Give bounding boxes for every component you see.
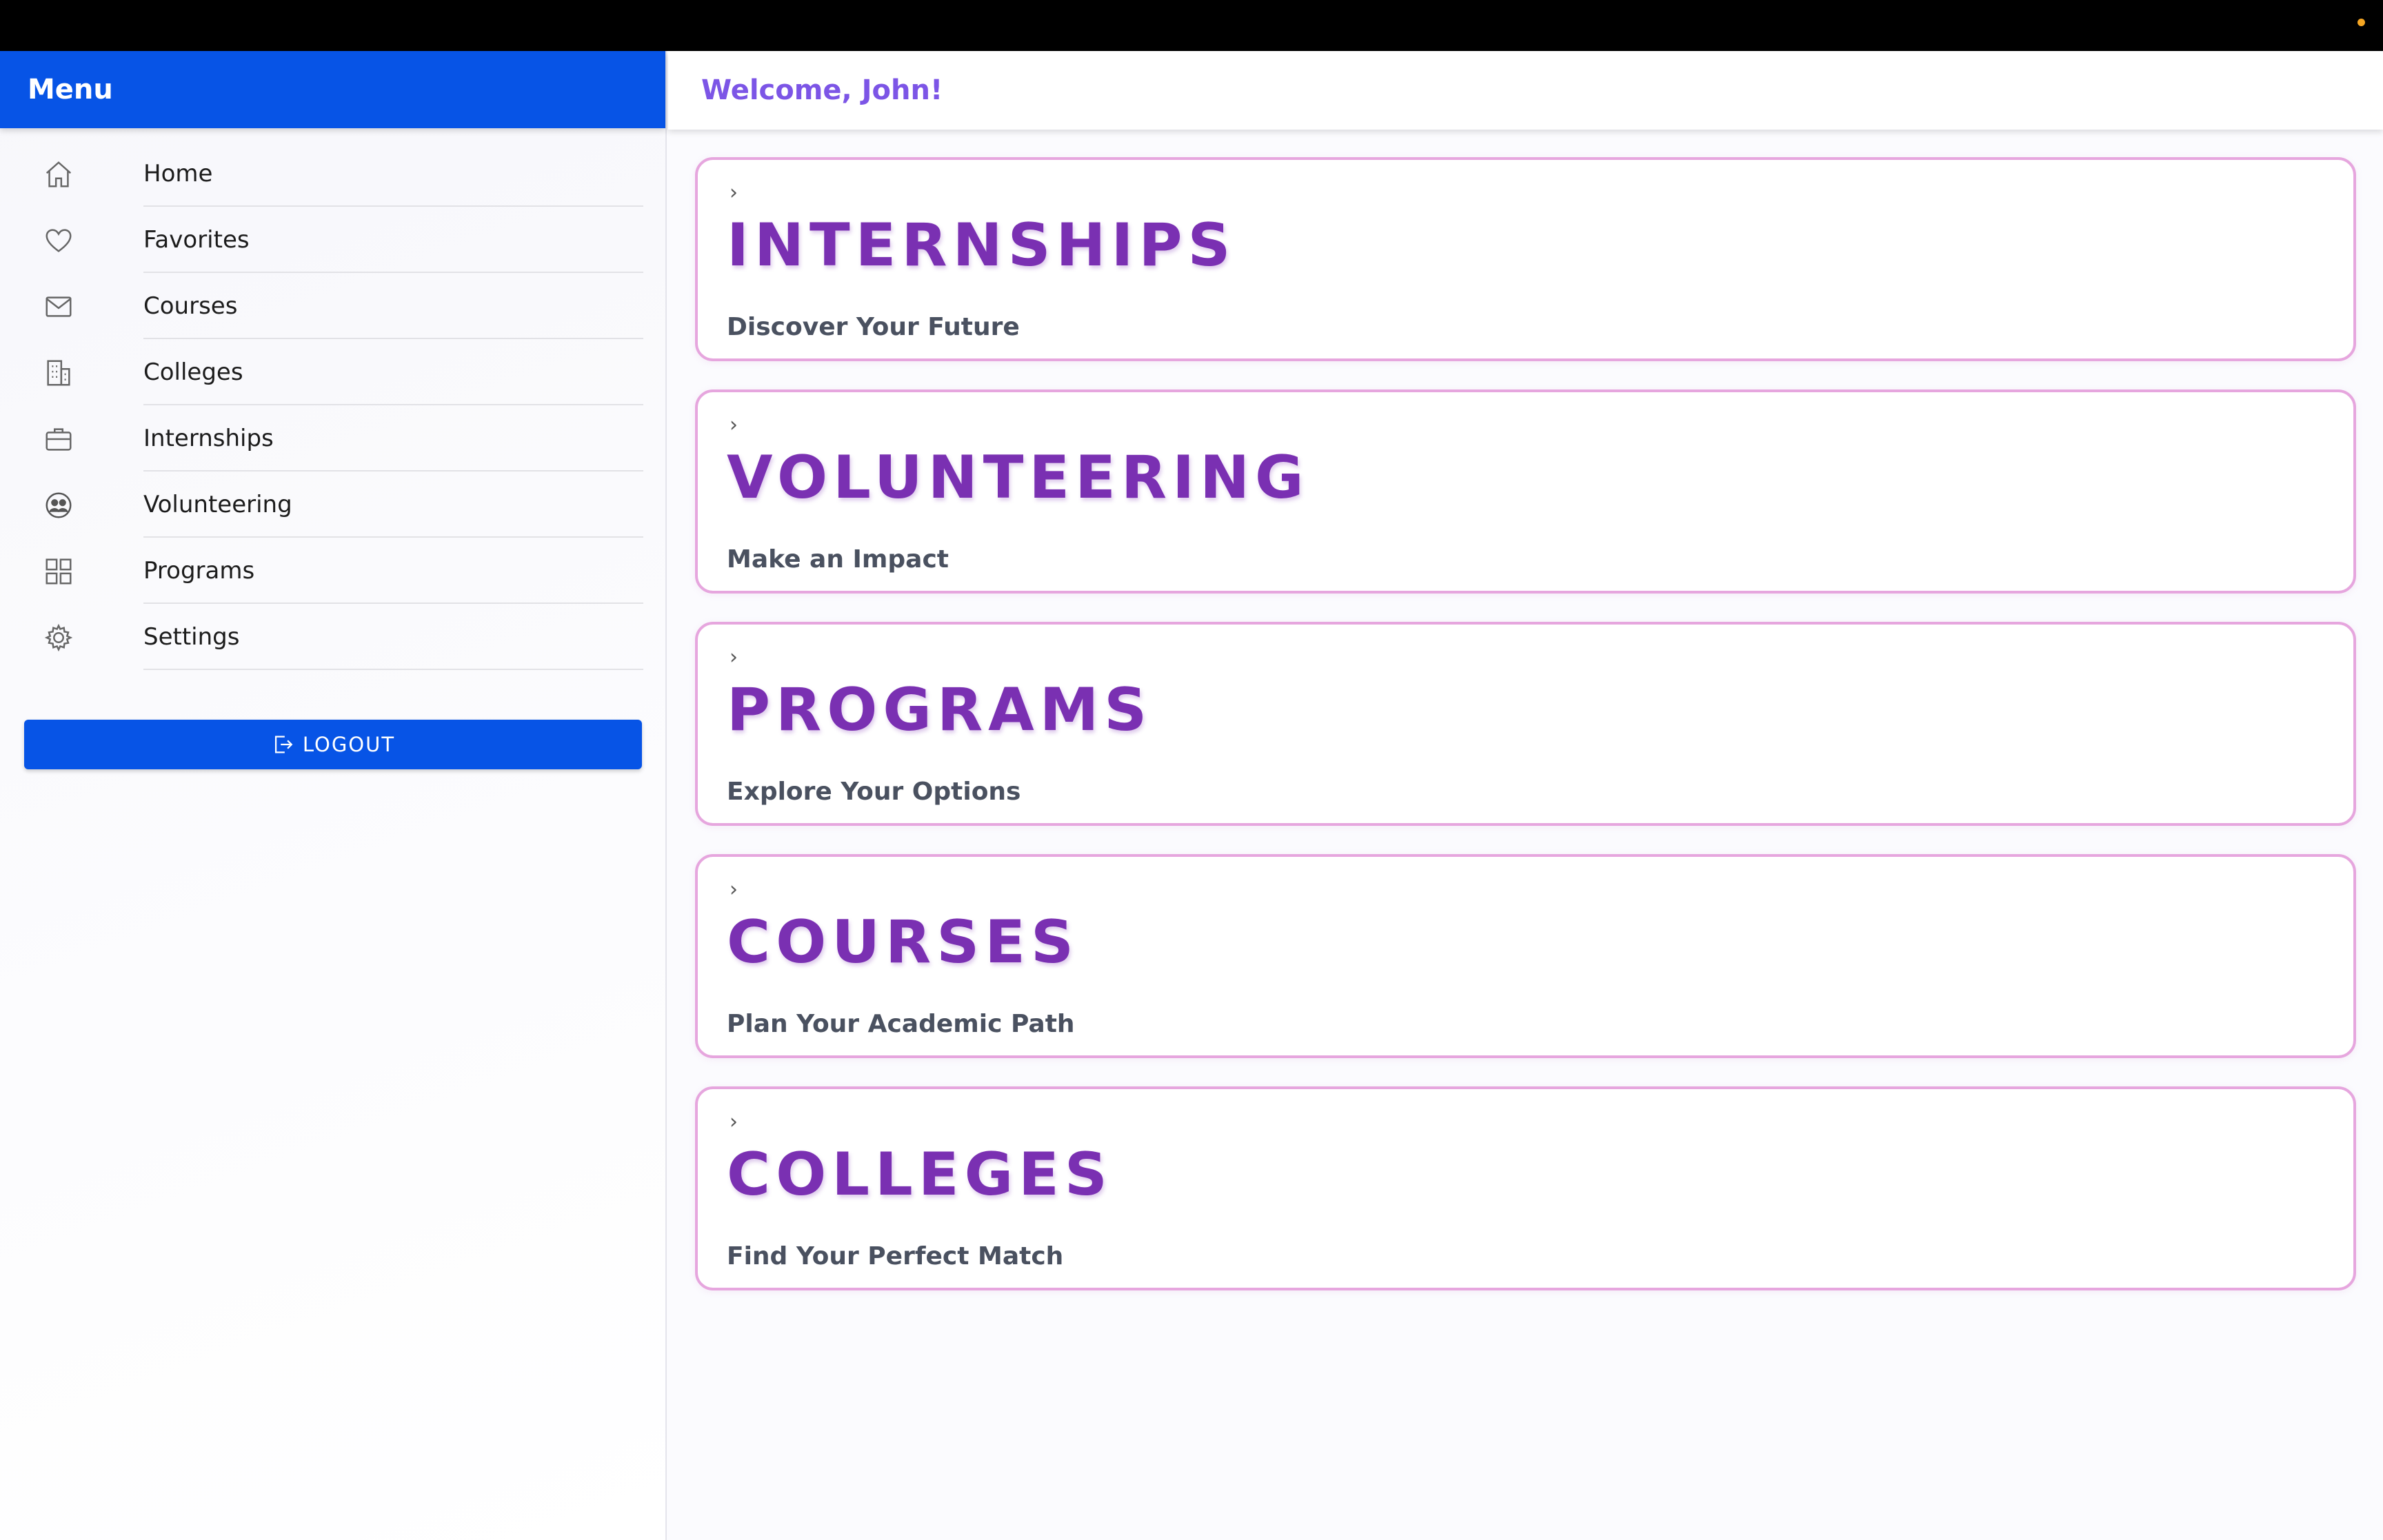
logout-button[interactable]: LOGOUT [24,720,642,769]
chevron-right-icon: › [730,413,738,437]
sidebar-item-favorites[interactable]: Favorites [0,207,665,273]
logout-label: LOGOUT [302,733,396,756]
card-internships[interactable]: › INTERNSHIPS Discover Your Future [695,157,2356,361]
sidebar-item-home[interactable]: Home [0,141,665,207]
card-colleges[interactable]: › COLLEGES Find Your Perfect Match [695,1086,2356,1290]
sidebar-item-label: Home [143,160,213,188]
briefcase-icon [43,423,74,455]
sidebar: Menu Home Favorites Courses Colleges Int… [0,51,667,1540]
grid-icon [43,556,74,587]
system-top-bar [0,0,2383,51]
card-subtitle: Explore Your Options [727,778,1021,806]
sidebar-item-label: Courses [143,292,238,320]
heart-icon [43,225,74,256]
people-icon [43,489,74,521]
chevron-right-icon: › [730,181,738,205]
card-title: VOLUNTEERING [727,443,1309,512]
sidebar-item-settings[interactable]: Settings [0,604,665,670]
divider [143,669,643,670]
card-title: PROGRAMS [727,676,1153,744]
card-subtitle: Discover Your Future [727,313,1020,341]
sidebar-item-programs[interactable]: Programs [0,538,665,604]
card-programs[interactable]: › PROGRAMS Explore Your Options [695,622,2356,826]
sidebar-header: Menu [0,51,665,128]
gear-icon [43,622,74,654]
card-title: COURSES [727,908,1079,977]
card-title: INTERNSHIPS [727,211,1236,280]
card-subtitle: Plan Your Academic Path [727,1010,1075,1038]
chevron-right-icon: › [730,878,738,902]
status-indicator-dot [2357,19,2365,26]
sidebar-item-internships[interactable]: Internships [0,405,665,472]
sidebar-item-label: Volunteering [143,491,292,518]
sidebar-title: Menu [28,74,113,105]
building-icon [43,357,74,389]
card-title: COLLEGES [727,1140,1113,1209]
logout-icon [274,736,293,753]
sidebar-item-volunteering[interactable]: Volunteering [0,472,665,538]
sidebar-item-label: Settings [143,623,240,651]
sidebar-item-label: Internships [143,425,274,452]
sidebar-item-label: Programs [143,557,255,585]
main-header: Welcome, John! [668,51,2383,130]
category-cards: › INTERNSHIPS Discover Your Future › VOL… [695,157,2356,1319]
sidebar-item-colleges[interactable]: Colleges [0,339,665,405]
home-icon [43,159,74,190]
card-subtitle: Find Your Perfect Match [727,1242,1064,1270]
welcome-message: Welcome, John! [701,74,943,106]
chevron-right-icon: › [730,645,738,669]
chevron-right-icon: › [730,1110,738,1134]
sidebar-item-label: Colleges [143,358,243,386]
sidebar-menu: Home Favorites Courses Colleges Internsh… [0,141,665,670]
card-volunteering[interactable]: › VOLUNTEERING Make an Impact [695,389,2356,594]
card-courses[interactable]: › COURSES Plan Your Academic Path [695,854,2356,1058]
mail-icon [43,291,74,323]
card-subtitle: Make an Impact [727,545,949,574]
sidebar-item-courses[interactable]: Courses [0,273,665,339]
sidebar-item-label: Favorites [143,226,250,254]
